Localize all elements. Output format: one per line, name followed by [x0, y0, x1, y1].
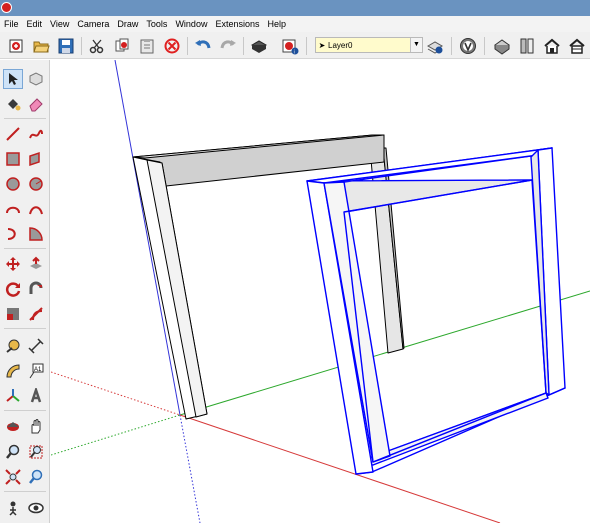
title-bar: [0, 0, 590, 16]
zoom-extents-icon[interactable]: [3, 467, 23, 487]
red-axis-hidden: [51, 371, 181, 416]
open-folder-icon[interactable]: [31, 36, 51, 56]
three-point-arc-icon[interactable]: [3, 224, 23, 244]
zoom-window-icon[interactable]: [26, 442, 46, 462]
menu-bar: File Edit View Camera Draw Tools Window …: [0, 16, 590, 32]
layer-arrow-icon: ➤: [318, 40, 326, 50]
polygon-icon[interactable]: [26, 174, 46, 194]
dimension-icon[interactable]: [26, 336, 46, 356]
rotated-rectangle-icon[interactable]: [26, 149, 46, 169]
circle-icon[interactable]: [3, 174, 23, 194]
print-icon[interactable]: [249, 36, 269, 56]
position-camera-icon[interactable]: [3, 498, 23, 518]
line-icon[interactable]: [3, 124, 23, 144]
extension-warehouse-icon[interactable]: [458, 36, 478, 56]
axes-icon[interactable]: [3, 386, 23, 406]
house-icon[interactable]: [567, 36, 587, 56]
rectangle-icon[interactable]: [3, 149, 23, 169]
protractor-icon[interactable]: [3, 361, 23, 381]
push-pull-icon[interactable]: [26, 254, 46, 274]
look-around-icon[interactable]: [26, 498, 46, 518]
drawing-viewport[interactable]: [51, 60, 590, 523]
move-icon[interactable]: [3, 254, 23, 274]
svg-text:A1: A1: [34, 367, 42, 373]
menu-window[interactable]: Window: [171, 16, 211, 32]
select-icon[interactable]: [3, 69, 23, 89]
model-info-icon[interactable]: i: [280, 36, 300, 56]
rotate-icon[interactable]: [3, 279, 23, 299]
save-icon[interactable]: [56, 36, 76, 56]
svg-text:i: i: [294, 49, 295, 55]
copy-icon[interactable]: [112, 36, 132, 56]
home-icon[interactable]: [542, 36, 562, 56]
chevron-down-icon[interactable]: ▼: [410, 38, 422, 52]
orbit-icon[interactable]: [3, 417, 23, 437]
redo-icon[interactable]: [218, 36, 238, 56]
zoom-icon[interactable]: [3, 442, 23, 462]
menu-help[interactable]: Help: [263, 16, 290, 32]
menu-draw[interactable]: Draw: [113, 16, 142, 32]
main-toolbar: i: [0, 32, 590, 59]
selected-frame: [306, 147, 566, 475]
pan-icon[interactable]: [26, 417, 46, 437]
model-canvas: [51, 60, 590, 523]
blue-axis-hidden: [179, 414, 201, 523]
paste-icon[interactable]: [137, 36, 157, 56]
eraser-icon[interactable]: [26, 94, 46, 114]
3d-text-icon[interactable]: [26, 386, 46, 406]
layer-select[interactable]: ➤ Layer0 ▼: [315, 37, 423, 53]
component-icon[interactable]: [26, 69, 46, 89]
menu-extensions[interactable]: Extensions: [211, 16, 263, 32]
3d-warehouse-icon[interactable]: [492, 36, 512, 56]
sketchup-logo-icon[interactable]: [1, 2, 12, 13]
scale-icon[interactable]: [3, 304, 23, 324]
menu-tools[interactable]: Tools: [142, 16, 171, 32]
follow-me-icon[interactable]: [26, 279, 46, 299]
erase-icon[interactable]: [162, 36, 182, 56]
layer-manager-icon[interactable]: [425, 36, 445, 56]
arc-icon[interactable]: [3, 199, 23, 219]
two-point-arc-icon[interactable]: [26, 199, 46, 219]
menu-camera[interactable]: Camera: [73, 16, 113, 32]
paint-bucket-icon[interactable]: [3, 94, 23, 114]
tool-palette: A1: [0, 60, 50, 523]
cut-icon[interactable]: [87, 36, 107, 56]
pie-icon[interactable]: [26, 224, 46, 244]
components-icon[interactable]: [517, 36, 537, 56]
menu-edit[interactable]: Edit: [23, 16, 47, 32]
undo-icon[interactable]: [193, 36, 213, 56]
offset-icon[interactable]: [26, 304, 46, 324]
new-file-icon[interactable]: [6, 36, 26, 56]
tape-measure-icon[interactable]: [3, 336, 23, 356]
previous-view-icon[interactable]: [26, 467, 46, 487]
menu-file[interactable]: File: [0, 16, 23, 32]
freehand-icon[interactable]: [26, 124, 46, 144]
layer-name: Layer0: [328, 40, 353, 50]
green-axis-hidden: [51, 414, 181, 456]
menu-view[interactable]: View: [46, 16, 73, 32]
text-icon[interactable]: A1: [26, 361, 46, 381]
